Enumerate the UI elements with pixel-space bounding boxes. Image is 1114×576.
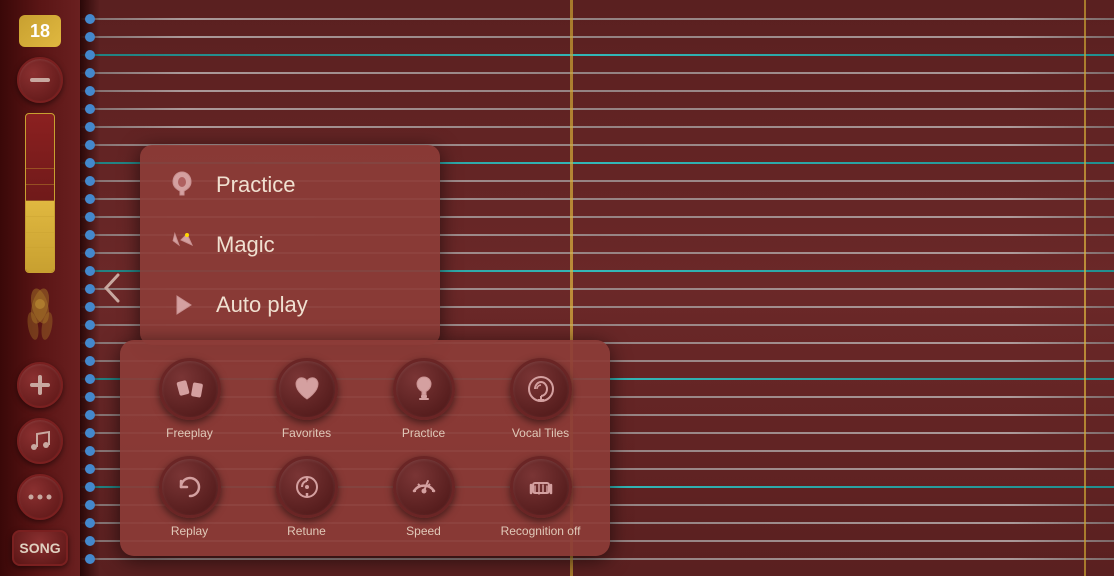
- string-line-teal: [80, 54, 1114, 56]
- plus-icon: [30, 375, 50, 395]
- vocal-tiles-icon: [525, 373, 557, 405]
- mode-item-magic[interactable]: Magic: [140, 215, 440, 275]
- music-button[interactable]: [17, 418, 63, 464]
- magic-mode-icon: [164, 227, 200, 263]
- toolbar-item-retune[interactable]: Retune: [253, 456, 360, 538]
- retune-button[interactable]: [276, 456, 338, 518]
- practice-icon: [408, 373, 440, 405]
- string-line: [80, 36, 1114, 38]
- volume-tick: [26, 184, 54, 185]
- practice-label: Practice: [216, 172, 295, 198]
- replay-button[interactable]: [159, 456, 221, 518]
- toolbar-item-practice[interactable]: Practice: [370, 358, 477, 440]
- recognition-icon: [525, 471, 557, 503]
- recognition-button[interactable]: [510, 456, 572, 518]
- volume-tick: [26, 216, 54, 217]
- favorites-button[interactable]: [276, 358, 338, 420]
- freeplay-button[interactable]: [159, 358, 221, 420]
- toolbar-grid: Freeplay Favorites Practice: [136, 358, 594, 538]
- replay-label: Replay: [171, 524, 208, 538]
- retune-label: Retune: [287, 524, 326, 538]
- toolbar-item-recognition[interactable]: Recognition off: [487, 456, 594, 538]
- toolbar-item-replay[interactable]: Replay: [136, 456, 243, 538]
- freeplay-label: Freeplay: [166, 426, 213, 440]
- mode-item-autoplay[interactable]: Auto play: [140, 275, 440, 335]
- recognition-label: Recognition off: [501, 524, 581, 538]
- string-line: [80, 108, 1114, 110]
- volume-slider[interactable]: [25, 113, 55, 273]
- toolbar-item-favorites[interactable]: Favorites: [253, 358, 360, 440]
- volume-tick: [26, 232, 54, 233]
- number-badge: 18: [19, 15, 61, 47]
- more-button[interactable]: [17, 474, 63, 520]
- vocal-tiles-button[interactable]: [510, 358, 572, 420]
- floral-decoration: [10, 281, 70, 351]
- more-dots-icon: [28, 493, 52, 501]
- toolbar-item-vocal-tiles[interactable]: Vocal Tiles: [487, 358, 594, 440]
- collapse-chevron[interactable]: [102, 268, 122, 308]
- freeplay-icon: [174, 373, 206, 405]
- speed-label: Speed: [406, 524, 441, 538]
- favorites-icon: [291, 373, 323, 405]
- toolbar-item-freeplay[interactable]: Freeplay: [136, 358, 243, 440]
- string-line: [80, 72, 1114, 74]
- autoplay-mode-icon: [164, 287, 200, 323]
- favorites-label: Favorites: [282, 426, 331, 440]
- mode-menu-panel: Practice Magic Auto play: [140, 145, 440, 345]
- left-sidebar: 18: [0, 0, 80, 576]
- volume-tick: [26, 200, 54, 201]
- minus-icon: [30, 78, 50, 82]
- toolbar-item-speed[interactable]: Speed: [370, 456, 477, 538]
- speed-button[interactable]: [393, 456, 455, 518]
- vocal-tiles-label: Vocal Tiles: [512, 426, 569, 440]
- magic-label: Magic: [216, 232, 275, 258]
- string-line: [80, 126, 1114, 128]
- string-line: [80, 90, 1114, 92]
- minus-button[interactable]: [17, 57, 63, 103]
- practice-toolbar-label: Practice: [402, 426, 445, 440]
- practice-button[interactable]: [393, 358, 455, 420]
- practice-mode-icon: [164, 167, 200, 203]
- mode-item-practice[interactable]: Practice: [140, 155, 440, 215]
- string-line: [80, 18, 1114, 20]
- bottom-toolbar-panel: Freeplay Favorites Practice: [120, 340, 610, 556]
- volume-fill: [26, 201, 54, 272]
- volume-tick: [26, 168, 54, 169]
- song-button[interactable]: SONG: [12, 530, 68, 566]
- autoplay-label: Auto play: [216, 292, 308, 318]
- volume-tick: [26, 247, 54, 248]
- music-note-icon: [28, 429, 52, 453]
- retune-icon: [291, 471, 323, 503]
- speed-icon: [408, 471, 440, 503]
- replay-icon: [174, 471, 206, 503]
- plus-button[interactable]: [17, 362, 63, 408]
- bridge-line: [1084, 0, 1086, 576]
- string-line: [80, 558, 1114, 560]
